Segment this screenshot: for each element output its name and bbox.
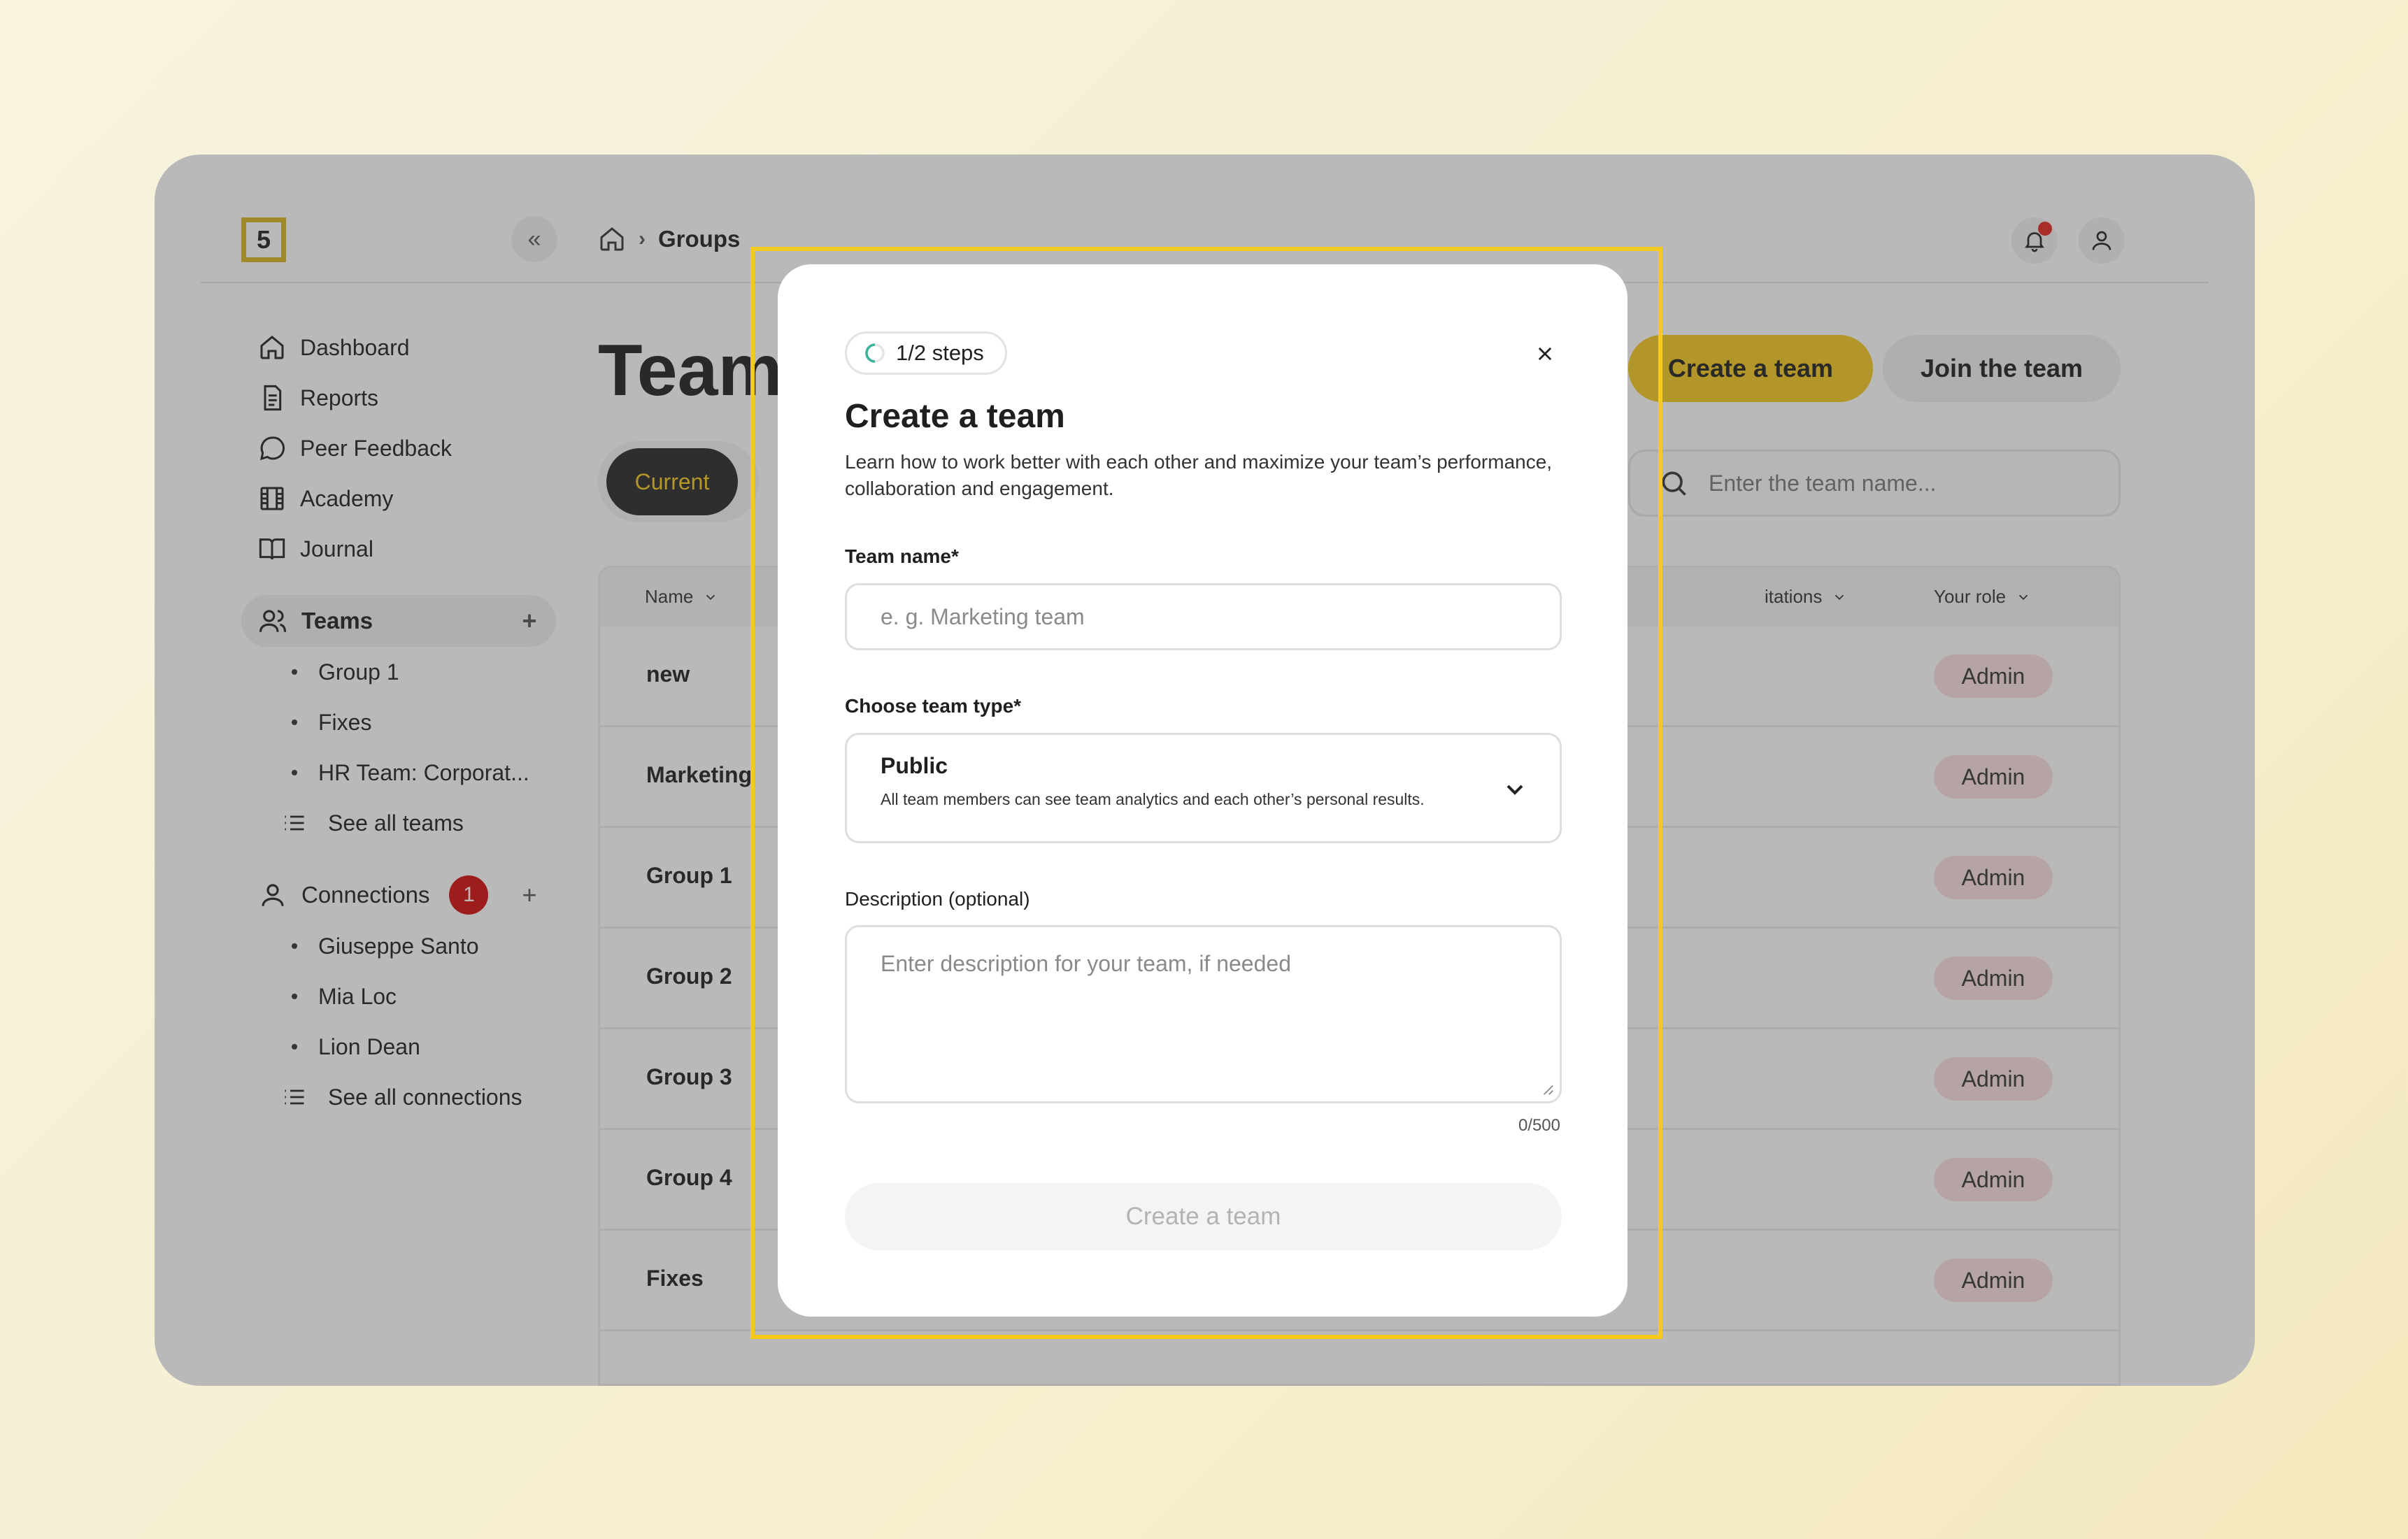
team-type-select[interactable]: Public All team members can see team ana… [845, 733, 1562, 843]
close-modal-button[interactable] [1530, 338, 1560, 369]
progress-ring-icon [865, 343, 885, 363]
description-placeholder: Enter description for your team, if need… [881, 951, 1291, 976]
description-label: Description (optional) [845, 888, 1030, 910]
team-name-input[interactable]: e. g. Marketing team [845, 583, 1562, 650]
char-counter: 0/500 [1518, 1116, 1560, 1135]
steps-indicator: 1/2 steps [845, 331, 1007, 375]
team-type-hint: All team members can see team analytics … [881, 790, 1425, 808]
modal-description: Learn how to work better with each other… [845, 451, 1553, 499]
description-textarea[interactable]: Enter description for your team, if need… [845, 925, 1562, 1103]
steps-text: 1/2 steps [896, 341, 984, 365]
team-type-value: Public [881, 753, 948, 778]
chevron-down-icon [1506, 785, 1523, 795]
team-name-label: Team name* [845, 545, 959, 567]
submit-create-team-button[interactable]: Create a team [845, 1183, 1562, 1250]
resize-grip-icon[interactable] [1541, 1083, 1554, 1096]
close-icon [1538, 347, 1552, 361]
modal-title: Create a team [845, 398, 1065, 435]
create-team-modal: 1/2 steps Create a team Learn how to wor… [778, 264, 1627, 1317]
team-type-label: Choose team type* [845, 695, 1022, 717]
team-name-placeholder: e. g. Marketing team [881, 603, 1085, 629]
